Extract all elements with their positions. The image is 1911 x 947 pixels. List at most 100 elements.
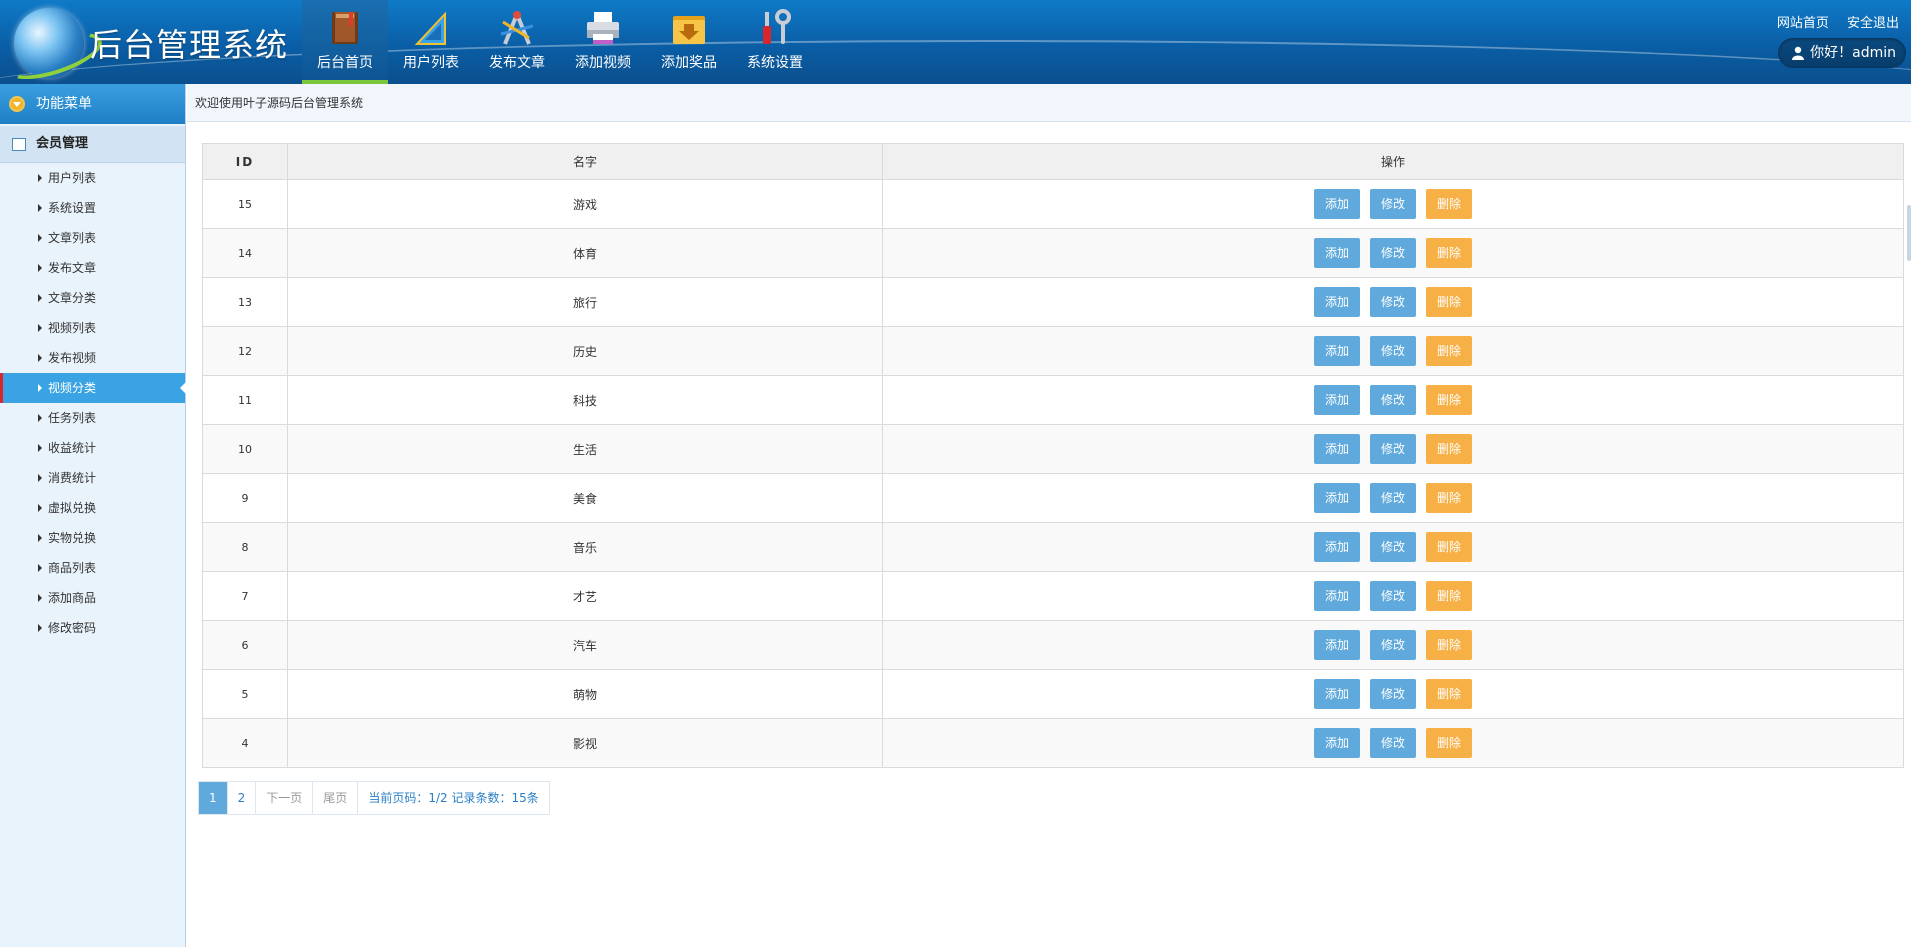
sidebar-item-product-list[interactable]: 商品列表 — [0, 553, 185, 583]
row-name: 生活 — [287, 424, 883, 474]
sidebar-item-article-category[interactable]: 文章分类 — [0, 283, 185, 313]
add-button[interactable]: 添加 — [1313, 630, 1360, 660]
delete-button[interactable]: 删除 — [1426, 189, 1473, 219]
edit-button[interactable]: 修改 — [1369, 532, 1416, 562]
nav-item-home[interactable]: 后台首页 — [302, 0, 388, 84]
sidebar-item-income-stats[interactable]: 收益统计 — [0, 433, 185, 463]
page-1-button[interactable]: 1 — [199, 782, 228, 814]
add-button[interactable]: 添加 — [1313, 336, 1360, 366]
sidebar-item-physical-exchange[interactable]: 实物兑换 — [0, 523, 185, 553]
delete-button[interactable]: 删除 — [1426, 581, 1473, 611]
last-page-button[interactable]: 尾页 — [313, 782, 359, 814]
nav-item-publish-article[interactable]: 发布文章 — [474, 0, 560, 84]
sidebar-item-spending-stats[interactable]: 消费统计 — [0, 463, 185, 493]
row-id: 7 — [202, 571, 288, 621]
add-button[interactable]: 添加 — [1313, 287, 1360, 317]
delete-button[interactable]: 删除 — [1426, 728, 1473, 758]
add-button[interactable]: 添加 — [1313, 483, 1360, 513]
add-button[interactable]: 添加 — [1313, 189, 1360, 219]
caret-right-icon — [38, 384, 42, 392]
delete-button[interactable]: 删除 — [1426, 679, 1473, 709]
sidebar-item-virtual-exchange[interactable]: 虚拟兑换 — [0, 493, 185, 523]
sidebar-header[interactable]: 功能菜单 — [0, 84, 185, 124]
next-page-button[interactable]: 下一页 — [256, 782, 314, 814]
sidebar-item-video-list[interactable]: 视频列表 — [0, 313, 185, 343]
edit-button[interactable]: 修改 — [1369, 630, 1416, 660]
row-actions: 添加 修改 删除 — [882, 326, 1904, 376]
table-row: 9 美食 添加 修改 删除 — [202, 473, 1904, 523]
column-header-id: ID — [202, 143, 288, 180]
edit-button[interactable]: 修改 — [1369, 238, 1416, 268]
sidebar-item-add-product[interactable]: 添加商品 — [0, 583, 185, 613]
sidebar-item-system-settings[interactable]: 系统设置 — [0, 193, 185, 223]
add-button[interactable]: 添加 — [1313, 581, 1360, 611]
edit-button[interactable]: 修改 — [1369, 336, 1416, 366]
edit-button[interactable]: 修改 — [1369, 287, 1416, 317]
edit-button[interactable]: 修改 — [1369, 483, 1416, 513]
row-name: 萌物 — [287, 669, 883, 719]
edit-button[interactable]: 修改 — [1369, 581, 1416, 611]
sidebar-group-member-management[interactable]: 会员管理 — [0, 126, 185, 163]
nav-item-users[interactable]: 用户列表 — [388, 0, 474, 84]
delete-button[interactable]: 删除 — [1426, 238, 1473, 268]
table-row: 12 历史 添加 修改 删除 — [202, 326, 1904, 376]
caret-right-icon — [38, 354, 42, 362]
delete-button[interactable]: 删除 — [1426, 287, 1473, 317]
sidebar-item-change-password[interactable]: 修改密码 — [0, 613, 185, 643]
row-actions: 添加 修改 删除 — [882, 179, 1904, 229]
add-button[interactable]: 添加 — [1313, 679, 1360, 709]
sidebar-item-label: 文章分类 — [48, 291, 97, 305]
edit-button[interactable]: 修改 — [1369, 434, 1416, 464]
row-id: 10 — [202, 424, 288, 474]
scrollbar-thumb[interactable] — [1907, 205, 1911, 261]
delete-button[interactable]: 删除 — [1426, 385, 1473, 415]
edit-button[interactable]: 修改 — [1369, 189, 1416, 219]
table-row: 10 生活 添加 修改 删除 — [202, 424, 1904, 474]
sidebar-item-publish-video[interactable]: 发布视频 — [0, 343, 185, 373]
user-icon — [1792, 46, 1804, 60]
delete-button[interactable]: 删除 — [1426, 434, 1473, 464]
nav-label: 发布文章 — [489, 55, 545, 71]
ruler-icon — [414, 11, 446, 45]
caret-right-icon — [38, 414, 42, 422]
logout-link[interactable]: 安全退出 — [1847, 16, 1899, 31]
sidebar-item-task-list[interactable]: 任务列表 — [0, 403, 185, 433]
row-actions: 添加 修改 删除 — [882, 228, 1904, 278]
delete-button[interactable]: 删除 — [1426, 483, 1473, 513]
delete-button[interactable]: 删除 — [1426, 532, 1473, 562]
nav-item-add-video[interactable]: 添加视频 — [560, 0, 646, 84]
add-button[interactable]: 添加 — [1313, 532, 1360, 562]
caret-right-icon — [38, 594, 42, 602]
sidebar-item-video-category[interactable]: 视频分类 — [0, 373, 186, 403]
sidebar-item-publish-article[interactable]: 发布文章 — [0, 253, 185, 283]
edit-button[interactable]: 修改 — [1369, 728, 1416, 758]
add-button[interactable]: 添加 — [1313, 434, 1360, 464]
add-button[interactable]: 添加 — [1313, 385, 1360, 415]
sidebar-item-label: 收益统计 — [48, 441, 97, 455]
site-home-link[interactable]: 网站首页 — [1777, 16, 1829, 31]
add-button[interactable]: 添加 — [1313, 238, 1360, 268]
add-button[interactable]: 添加 — [1313, 728, 1360, 758]
nav-item-add-prize[interactable]: 添加奖品 — [646, 0, 732, 84]
sidebar-item-label: 实物兑换 — [48, 531, 97, 545]
delete-button[interactable]: 删除 — [1426, 630, 1473, 660]
row-id: 14 — [202, 228, 288, 278]
row-name: 体育 — [287, 228, 883, 278]
row-name: 历史 — [287, 326, 883, 376]
sidebar-item-label: 虚拟兑换 — [48, 501, 97, 515]
nav-label: 添加奖品 — [661, 55, 717, 71]
page-2-button[interactable]: 2 — [228, 782, 257, 814]
row-name: 影视 — [287, 718, 883, 768]
row-actions: 添加 修改 删除 — [882, 718, 1904, 768]
edit-button[interactable]: 修改 — [1369, 385, 1416, 415]
edit-button[interactable]: 修改 — [1369, 679, 1416, 709]
delete-button[interactable]: 删除 — [1426, 336, 1473, 366]
sidebar-item-article-list[interactable]: 文章列表 — [0, 223, 185, 253]
column-header-name: 名字 — [287, 143, 883, 180]
sidebar-item-user-list[interactable]: 用户列表 — [0, 163, 185, 193]
caret-right-icon — [38, 504, 42, 512]
user-greeting-chip: 你好！admin — [1778, 38, 1906, 68]
nav-item-system-settings[interactable]: 系统设置 — [732, 0, 818, 84]
user-greeting: 你好！admin — [1810, 45, 1896, 61]
logo-globe-icon — [0, 8, 108, 84]
